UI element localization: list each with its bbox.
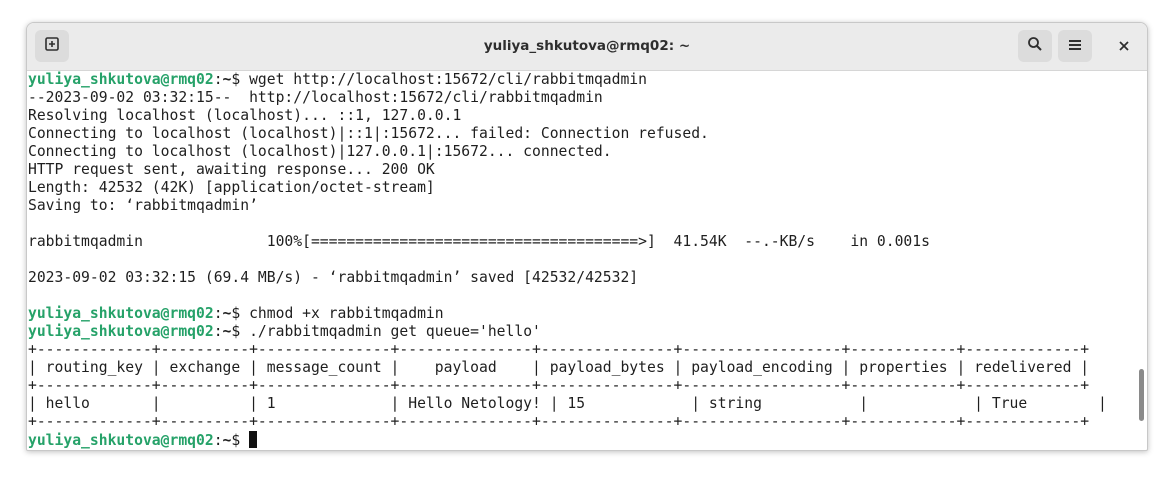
output-line: Length: 42532 (42K) [application/octet-s… <box>28 179 435 196</box>
table-header-row: | routing_key | exchange | message_count… <box>28 359 1090 376</box>
prompt-sep: : <box>213 432 223 449</box>
output-line: --2023-09-02 03:32:15-- http://localhost… <box>28 89 603 106</box>
terminal-output[interactable]: yuliya_shkutova@rmq02:~$ wget http://loc… <box>28 71 1133 450</box>
output-line: 2023-09-02 03:32:15 (69.4 MB/s) - ‘rabbi… <box>28 269 639 286</box>
prompt-line: yuliya_shkutova@rmq02:~$ <box>28 431 1133 449</box>
table-border: +-------------+----------+--------------… <box>28 377 1090 394</box>
prompt-sep: : <box>213 323 223 340</box>
close-icon <box>1118 37 1130 56</box>
prompt-line: yuliya_shkutova@rmq02:~$ wget http://loc… <box>28 71 1133 89</box>
command-text: ./rabbitmqadmin get queue='hello' <box>240 323 541 340</box>
output-line: Saving to: ‘rabbitmqadmin’ <box>28 197 258 214</box>
prompt-user: yuliya_shkutova@rmq02 <box>28 432 214 449</box>
table-row: | hello | | 1 | Hello Netology! | 15 | s… <box>28 395 1107 412</box>
prompt-user: yuliya_shkutova@rmq02 <box>28 71 214 88</box>
table-border: +-------------+----------+--------------… <box>28 413 1090 430</box>
prompt-symbol: $ <box>231 323 241 340</box>
prompt-line: yuliya_shkutova@rmq02:~$ chmod +x rabbit… <box>28 305 1133 323</box>
prompt-sep: : <box>213 71 223 88</box>
table-border: +-------------+----------+--------------… <box>28 341 1090 358</box>
window-title: yuliya_shkutova@rmq02: ~ <box>483 38 691 54</box>
command-text: chmod +x rabbitmqadmin <box>240 305 444 322</box>
prompt-symbol: $ <box>231 432 241 449</box>
command-text <box>240 432 249 449</box>
prompt-user: yuliya_shkutova@rmq02 <box>28 305 214 322</box>
menu-button[interactable] <box>1058 30 1092 62</box>
output-line: Resolving localhost (localhost)... ::1, … <box>28 107 462 124</box>
close-button[interactable] <box>1107 30 1141 62</box>
prompt-symbol: $ <box>231 305 241 322</box>
prompt-symbol: $ <box>231 71 241 88</box>
title-bar: yuliya_shkutova@rmq02: ~ <box>27 23 1147 71</box>
prompt-line: yuliya_shkutova@rmq02:~$ ./rabbitmqadmin… <box>28 323 1133 341</box>
command-text: wget http://localhost:15672/cli/rabbitmq… <box>240 71 647 88</box>
prompt-user: yuliya_shkutova@rmq02 <box>28 323 214 340</box>
hamburger-menu-icon <box>1068 37 1082 56</box>
output-line: Connecting to localhost (localhost)|127.… <box>28 143 612 160</box>
text-cursor <box>249 431 258 448</box>
prompt-sep: : <box>213 305 223 322</box>
search-icon <box>1027 36 1043 56</box>
scrollbar-thumb[interactable] <box>1139 369 1144 421</box>
search-button[interactable] <box>1018 30 1052 62</box>
output-line: rabbitmqadmin 100%[=====================… <box>28 233 930 250</box>
terminal-window: yuliya_shkutova@rmq02: ~ yuliya_shkutova… <box>26 22 1148 451</box>
output-line: HTTP request sent, awaiting response... … <box>28 161 435 178</box>
output-line: Connecting to localhost (localhost)|::1|… <box>28 125 709 142</box>
